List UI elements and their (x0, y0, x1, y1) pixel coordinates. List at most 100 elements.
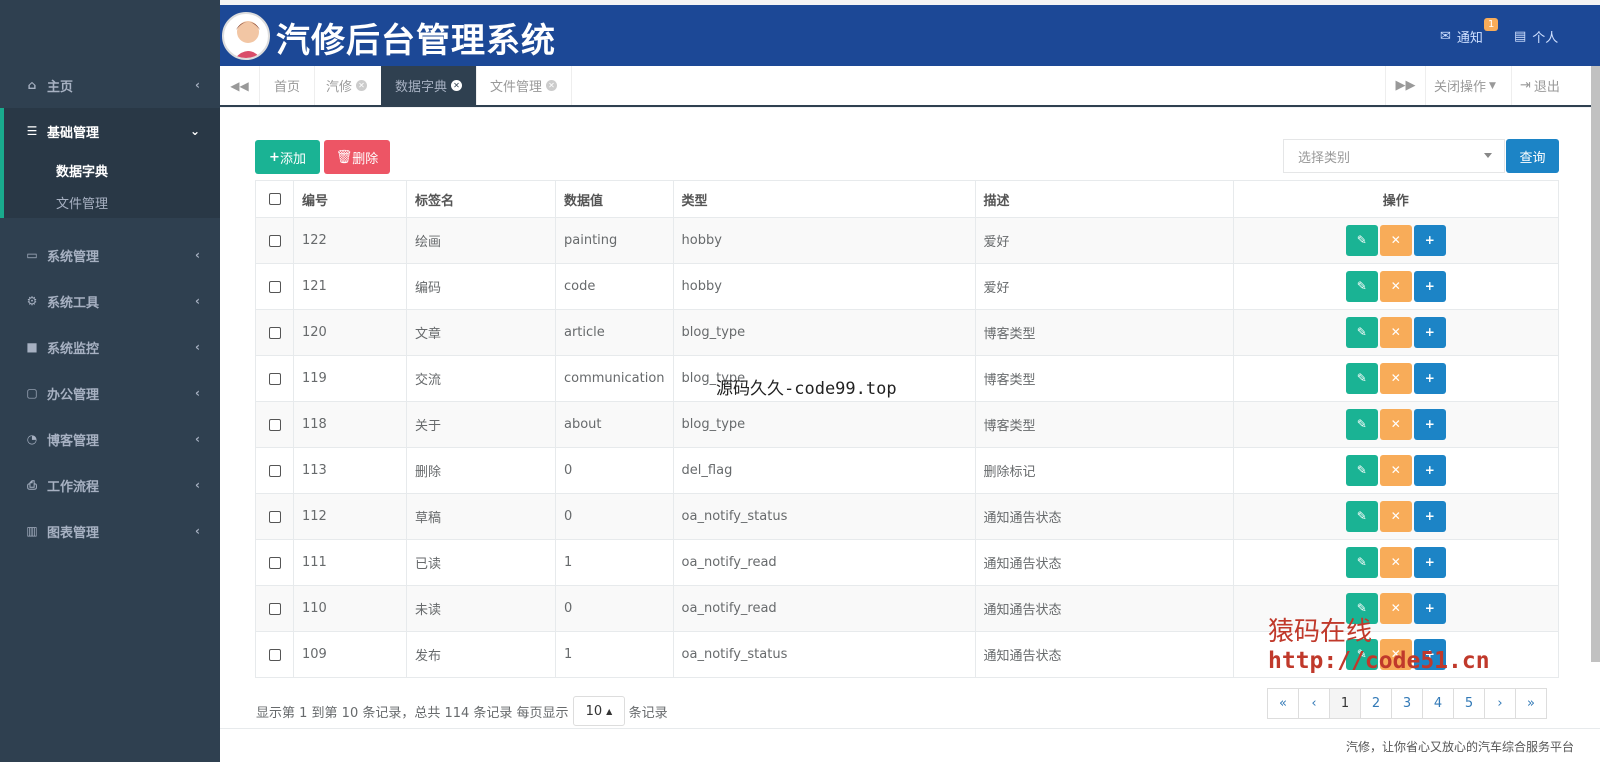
profile-link[interactable]: ▤ 个人 (1514, 27, 1558, 46)
edit-icon[interactable]: ✎ (1345, 409, 1378, 440)
video-icon: ■ (26, 340, 38, 354)
edit-icon[interactable]: ✎ (1345, 547, 1378, 578)
cell-label: 交流 (406, 355, 556, 402)
chevron-down-icon: ⌄ (189, 124, 200, 138)
tab-dict[interactable]: 数据字典 ✕ (381, 66, 478, 105)
sidebar-item-charts[interactable]: ▥ 图表管理 ‹ (0, 508, 220, 554)
close-operations-dropdown[interactable]: 关闭操作 ▼ (1425, 66, 1504, 105)
header-desc[interactable]: 描述 (974, 180, 1234, 218)
cell-id: 121 (293, 263, 407, 310)
sidebar-item-monitor[interactable]: ■ 系统监控 ‹ (0, 324, 220, 370)
select-all-checkbox[interactable] (268, 193, 281, 205)
plus-icon[interactable]: + (1413, 409, 1446, 440)
remove-icon[interactable]: ✕ (1379, 317, 1412, 348)
cell-id: 113 (293, 447, 407, 494)
tab-home[interactable]: 首页 (260, 66, 316, 105)
footer: 汽修，让你省心又放心的汽车综合服务平台 (220, 728, 1600, 762)
page-size-select[interactable]: 10 ▲ (572, 696, 625, 726)
category-select[interactable]: 选择类别 (1283, 139, 1505, 173)
plus-icon[interactable]: + (1413, 271, 1446, 302)
remove-icon[interactable]: ✕ (1379, 547, 1412, 578)
remove-icon[interactable]: ✕ (1379, 455, 1412, 486)
page-button[interactable]: 3 (1391, 688, 1423, 719)
header-id[interactable]: 编号 (293, 180, 407, 218)
plus-icon[interactable]: + (1413, 501, 1446, 532)
tab-scroll-left-button[interactable]: ◀◀ (220, 66, 260, 105)
sidebar-item-home[interactable]: ⌂ 主页 ‹ (0, 62, 220, 108)
sidebar-subitem-files[interactable]: 文件管理 (4, 186, 220, 218)
add-button[interactable]: + 添加 (255, 140, 320, 174)
close-icon[interactable]: ✕ (356, 80, 368, 91)
edit-icon[interactable]: ✎ (1345, 363, 1378, 394)
close-ops-label: 关闭操作 (1434, 80, 1487, 95)
row-checkbox[interactable] (268, 510, 281, 523)
remove-icon[interactable]: ✕ (1379, 271, 1412, 302)
sidebar-item-label: 系统管理 (47, 249, 100, 265)
sidebar-item-system[interactable]: ▭ 系统管理 ‹ (0, 232, 220, 278)
delete-button[interactable]: 🗑 删除 (324, 140, 390, 174)
edit-icon[interactable]: ✎ (1345, 317, 1378, 348)
edit-icon[interactable]: ✎ (1345, 271, 1378, 302)
page-button[interactable]: 2 (1360, 688, 1392, 719)
cell-desc: 爱好 (974, 263, 1234, 310)
cell-value: 1 (555, 631, 674, 678)
logout-button[interactable]: ⇥ 退出 (1511, 66, 1568, 105)
edit-icon[interactable]: ✎ (1345, 455, 1378, 486)
sidebar-item-workflow[interactable]: ⎙ 工作流程 ‹ (0, 462, 220, 508)
page-button[interactable]: 1 (1329, 688, 1361, 719)
remove-icon[interactable]: ✕ (1379, 363, 1412, 394)
row-checkbox[interactable] (268, 464, 281, 477)
sidebar-item-blog[interactable]: ◔ 博客管理 ‹ (0, 416, 220, 462)
sidebar-item-tools[interactable]: ⚙ 系统工具 ‹ (0, 278, 220, 324)
row-checkbox[interactable] (268, 234, 281, 247)
row-checkbox[interactable] (268, 556, 281, 569)
page-button[interactable]: » (1515, 688, 1547, 719)
page-button[interactable]: 4 (1422, 688, 1454, 719)
close-icon[interactable]: ✕ (546, 80, 558, 91)
header-label[interactable]: 标签名 (406, 180, 556, 218)
cell-label: 已读 (406, 539, 556, 586)
tab-label: 首页 (274, 80, 301, 95)
sidebar-item-basic[interactable]: ☰ 基础管理 ⌄ (4, 108, 220, 154)
plus-icon[interactable]: + (1413, 317, 1446, 348)
row-checkbox[interactable] (268, 280, 281, 293)
row-checkbox[interactable] (268, 418, 281, 431)
plus-icon[interactable]: + (1413, 225, 1446, 256)
tab-files[interactable]: 文件管理 ✕ (476, 66, 573, 105)
cell-id: 110 (293, 585, 407, 632)
row-checkbox[interactable] (268, 602, 281, 615)
header-type[interactable]: 类型 (672, 180, 976, 218)
plus-icon[interactable]: + (1413, 547, 1446, 578)
sidebar-item-office[interactable]: ▢ 办公管理 ‹ (0, 370, 220, 416)
chevron-left-icon: ‹ (195, 340, 200, 354)
cell-id: 111 (293, 539, 407, 586)
page-button[interactable]: 5 (1453, 688, 1485, 719)
sidebar-subitem-dict[interactable]: 数据字典 (4, 154, 220, 186)
cell-desc: 通知通告状态 (974, 585, 1234, 632)
page-button[interactable]: ‹ (1298, 688, 1330, 719)
row-checkbox[interactable] (268, 326, 281, 339)
plus-icon[interactable]: + (1413, 455, 1446, 486)
remove-icon[interactable]: ✕ (1379, 501, 1412, 532)
edit-icon[interactable]: ✎ (1345, 501, 1378, 532)
plus-icon[interactable]: + (1413, 363, 1446, 394)
header-value[interactable]: 数据值 (555, 180, 674, 218)
close-icon[interactable]: ✕ (451, 80, 463, 91)
notify-link[interactable]: ✉ 通知 1 (1440, 18, 1499, 46)
tab-scroll-right-button[interactable]: ▶▶ (1385, 66, 1425, 105)
remove-icon[interactable]: ✕ (1379, 593, 1412, 624)
query-button[interactable]: 查询 (1506, 139, 1559, 173)
edit-icon[interactable]: ✎ (1345, 225, 1378, 256)
row-checkbox[interactable] (268, 372, 281, 385)
cell-label: 编码 (406, 263, 556, 310)
tab-qixiu[interactable]: 汽修 ✕ (312, 66, 383, 105)
chevron-left-icon: ‹ (195, 78, 200, 92)
row-checkbox[interactable] (268, 648, 281, 661)
remove-icon[interactable]: ✕ (1379, 409, 1412, 440)
page-button[interactable]: « (1267, 688, 1299, 719)
remove-icon[interactable]: ✕ (1379, 225, 1412, 256)
cell-desc: 博客类型 (974, 355, 1234, 402)
plus-icon[interactable]: + (1413, 593, 1446, 624)
page-scrollbar[interactable] (1591, 66, 1600, 662)
page-button[interactable]: › (1484, 688, 1516, 719)
